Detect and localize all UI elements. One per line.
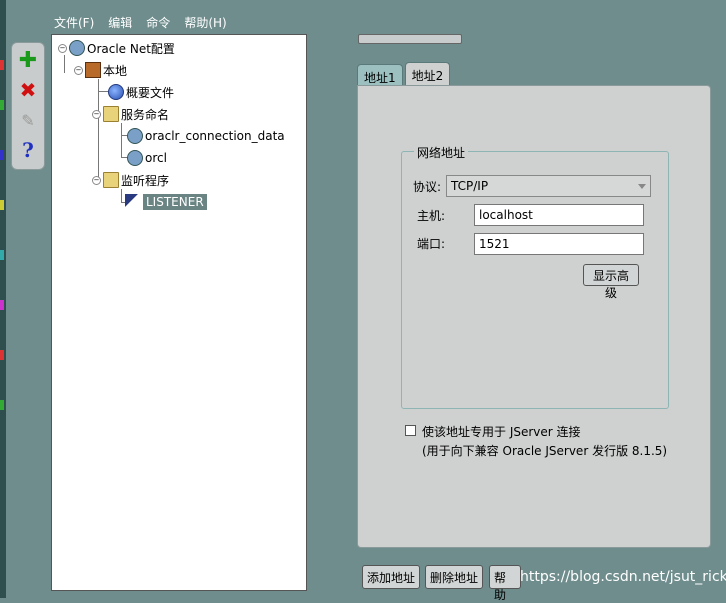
folder-icon [103, 172, 119, 188]
jserver-checkbox[interactable] [405, 425, 416, 436]
database-service-icon [127, 150, 143, 166]
tree-node-service-2[interactable]: orcl [127, 148, 167, 168]
tree-line [98, 79, 99, 179]
tree-line [121, 189, 122, 203]
add-icon[interactable]: ✚ [15, 47, 41, 73]
tree-label-service-1: oraclr_connection_data [145, 129, 285, 143]
tree-node-service-1[interactable]: oraclr_connection_data [127, 126, 285, 146]
port-input[interactable]: 1521 [474, 233, 644, 255]
chevron-down-icon [638, 184, 646, 189]
config-tree: − Oracle Net配置 − 本地 概要文件 − 服务命名 oraclr_c… [51, 34, 307, 591]
jserver-compat-note: (用于向下兼容 Oracle JServer 发行版 8.1.5) [422, 444, 668, 458]
delete-address-button[interactable]: 删除地址 [425, 565, 483, 589]
add-address-button[interactable]: 添加地址 [362, 565, 420, 589]
tree-label-profile: 概要文件 [126, 85, 175, 100]
tab-address-2[interactable]: 地址2 [404, 62, 451, 86]
help-button[interactable]: 帮助 [489, 565, 521, 602]
tree-line [98, 91, 108, 92]
menu-bar: 文件(F) 编辑 命令 帮助(H) [52, 12, 229, 32]
edit-icon[interactable]: ✎ [15, 107, 41, 133]
tree-node-listener-1[interactable]: LISTENER [125, 192, 207, 212]
show-advanced-button[interactable]: 显示高级 [583, 264, 639, 300]
computer-icon [85, 62, 101, 78]
protocol-value: TCP/IP [451, 179, 489, 193]
tree-label-local: 本地 [103, 63, 128, 78]
globe-icon [108, 84, 124, 100]
menu-command[interactable]: 命令 [144, 12, 172, 32]
host-label: 主机: [417, 209, 446, 223]
menu-edit[interactable]: 编辑 [106, 12, 134, 32]
menu-file[interactable]: 文件(F) [52, 12, 96, 32]
protocol-label: 协议: [413, 180, 442, 194]
tree-node-root[interactable]: − Oracle Net配置 [58, 38, 175, 58]
tree-label-service-naming: 服务命名 [121, 107, 170, 122]
tree-line [121, 123, 122, 157]
window-left-edge [0, 0, 6, 598]
tree-node-listeners[interactable]: − 监听程序 [92, 170, 169, 190]
listener-key-icon [125, 194, 141, 210]
tree-label-service-2: orcl [145, 151, 167, 165]
tree-label-listener-1: LISTENER [143, 194, 207, 210]
tree-node-service-naming[interactable]: − 服务命名 [92, 104, 169, 124]
help-icon[interactable]: ? [15, 137, 41, 163]
jserver-checkbox-label: 使该地址专用于 JServer 连接 [422, 425, 581, 439]
tree-label-root: Oracle Net配置 [87, 41, 175, 56]
collapse-icon[interactable]: − [58, 43, 67, 53]
address-tabs: 地址1 地址2 [357, 62, 452, 88]
collapse-icon[interactable]: − [92, 109, 101, 119]
network-icon [69, 40, 85, 56]
database-service-icon [127, 128, 143, 144]
tree-node-local[interactable]: − 本地 [74, 60, 127, 80]
collapse-icon[interactable]: − [74, 65, 83, 75]
host-input[interactable]: localhost [474, 204, 644, 226]
tree-node-profile[interactable]: 概要文件 [108, 82, 174, 102]
menu-help[interactable]: 帮助(H) [182, 12, 228, 32]
delete-icon[interactable]: ✖ [15, 77, 41, 103]
tree-label-listeners: 监听程序 [121, 173, 170, 188]
protocol-select[interactable]: TCP/IP [446, 175, 651, 197]
watermark-text: https://blog.csdn.net/jsut_rick [520, 569, 726, 585]
collapse-icon[interactable]: − [92, 175, 101, 185]
listener-location-button[interactable] [358, 34, 462, 44]
vertical-toolbar: ✚ ✖ ✎ ? [11, 42, 45, 170]
network-address-legend: 网络地址 [414, 144, 469, 161]
address-tab-panel: 网络地址 协议: TCP/IP 主机: localhost 端口: 1521 显… [357, 85, 711, 548]
port-label: 端口: [417, 237, 446, 251]
folder-icon [103, 106, 119, 122]
